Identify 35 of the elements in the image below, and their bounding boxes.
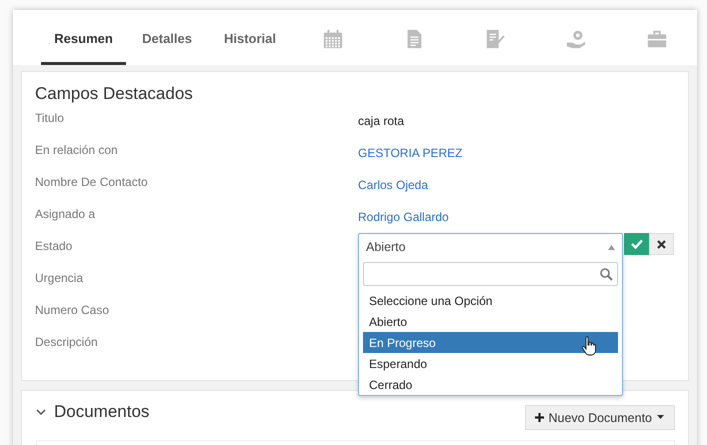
tab[interactable]: Historial xyxy=(208,15,292,65)
caret-icon xyxy=(656,415,665,420)
tab[interactable]: Detalles xyxy=(126,15,208,65)
section-title: Campos Destacados xyxy=(35,84,194,104)
dropdown-option[interactable]: Cerrado xyxy=(363,374,618,395)
field-label: Estado xyxy=(35,239,74,253)
field-label: En relación con xyxy=(35,143,119,157)
field-label: Nombre De Contacto xyxy=(35,175,149,189)
calendar-icon xyxy=(322,28,344,50)
cancel-button[interactable] xyxy=(649,233,674,255)
search-icon xyxy=(600,268,613,280)
dropdown-option[interactable]: En Progreso xyxy=(363,332,618,353)
dropdown-option[interactable]: Seleccione una Opción xyxy=(363,290,618,311)
field-label: Numero Caso xyxy=(35,303,110,317)
caret-icon xyxy=(608,244,615,250)
field-link[interactable]: GESTORIA PEREZ xyxy=(358,146,675,160)
field-label: Urgencia xyxy=(35,271,84,285)
field-link[interactable]: Rodrigo Gallardo xyxy=(358,210,675,224)
field-label: Titulo xyxy=(35,111,65,125)
tab[interactable]: Resumen xyxy=(41,15,126,65)
close-icon xyxy=(657,240,666,248)
chevron-icon[interactable] xyxy=(36,408,46,416)
dropdown-option[interactable]: Esperando xyxy=(363,353,618,374)
check-icon xyxy=(630,239,642,249)
search-field[interactable] xyxy=(363,262,618,286)
field-label: Asignado a xyxy=(35,207,96,221)
hand-cursor-icon xyxy=(582,336,596,356)
field-link[interactable]: Carlos Ojeda xyxy=(358,178,675,192)
plus-icon xyxy=(535,413,544,422)
field-value: caja rota xyxy=(358,114,406,128)
dropdown-option[interactable]: Abierto xyxy=(363,311,618,332)
new-document-button[interactable]: Nuevo Documento xyxy=(525,405,675,430)
select-field[interactable]: Abierto xyxy=(359,234,622,260)
section-title: Documentos xyxy=(54,402,150,422)
field-label: Descripción xyxy=(35,335,99,349)
